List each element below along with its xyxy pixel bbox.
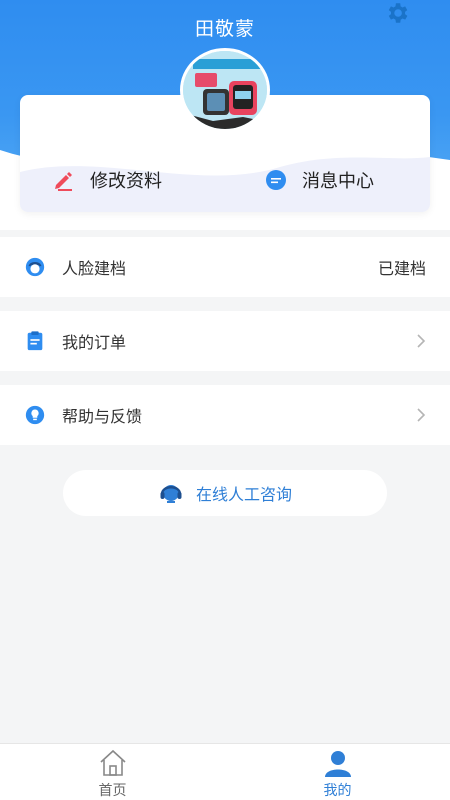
online-consult-label: 在线人工咨询 bbox=[195, 485, 292, 504]
menu-item-label: 我的订单 bbox=[62, 333, 127, 352]
tab-home[interactable]: 首页 bbox=[0, 744, 225, 800]
edit-profile-label: 修改资料 bbox=[90, 171, 162, 192]
pencil-icon bbox=[55, 172, 72, 191]
face-profile-icon bbox=[25, 257, 45, 277]
edit-profile-button[interactable]: 修改资料 bbox=[52, 165, 162, 195]
avatar[interactable] bbox=[180, 48, 270, 132]
face-profile-status: 已建档 bbox=[377, 259, 426, 278]
chat-bubble-icon bbox=[266, 170, 286, 190]
user-icon bbox=[324, 751, 351, 777]
tab-mine-label: 我的 bbox=[323, 783, 352, 799]
menu-item-face-profile[interactable]: 人脸建档 已建档 bbox=[0, 237, 450, 297]
menu-item-help-feedback[interactable]: 帮助与反馈 bbox=[0, 385, 450, 445]
chevron-right-icon bbox=[417, 408, 426, 422]
user-name: 田敬蒙 bbox=[194, 18, 255, 40]
tab-mine[interactable]: 我的 bbox=[225, 744, 450, 800]
lightbulb-icon bbox=[25, 405, 45, 425]
clipboard-icon bbox=[27, 331, 43, 351]
chevron-right-icon bbox=[417, 334, 426, 348]
message-center-label: 消息中心 bbox=[302, 171, 374, 192]
online-consult-button[interactable]: 在线人工咨询 bbox=[63, 470, 387, 516]
menu-item-label: 帮助与反馈 bbox=[62, 407, 143, 426]
settings-button[interactable] bbox=[384, 0, 410, 26]
gear-icon bbox=[388, 3, 408, 23]
tab-home-label: 首页 bbox=[98, 783, 127, 799]
home-icon bbox=[99, 749, 126, 776]
headset-icon bbox=[160, 485, 182, 503]
bottom-tab-bar: 首页 我的 bbox=[0, 743, 450, 800]
menu-item-my-orders[interactable]: 我的订单 bbox=[0, 311, 450, 371]
menu-item-label: 人脸建档 bbox=[62, 259, 127, 278]
message-center-button[interactable]: 消息中心 bbox=[264, 165, 374, 195]
